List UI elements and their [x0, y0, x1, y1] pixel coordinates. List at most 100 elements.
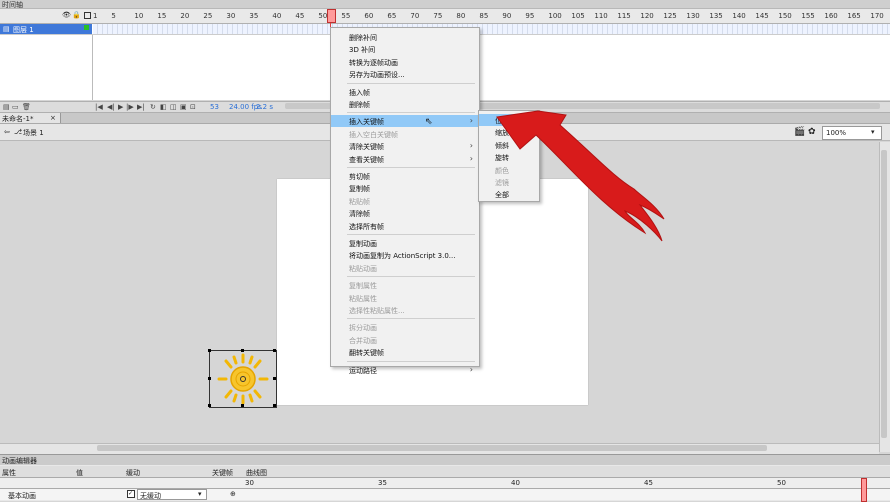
selected-symbol[interactable] — [208, 349, 277, 408]
ruler-label: 65 — [387, 12, 397, 20]
chevron-down-icon: ▾ — [198, 490, 202, 498]
menu-separator — [347, 167, 475, 168]
motion-playhead[interactable] — [861, 478, 867, 502]
menu-item: 粘贴帧 — [331, 195, 479, 207]
delete-layer-icon[interactable]: 🗑 — [22, 103, 31, 111]
menu-item[interactable]: 查看关键帧 › — [331, 153, 479, 165]
playhead[interactable] — [327, 9, 336, 23]
menu-item[interactable]: 插入关键帧 › ⇖ — [331, 115, 479, 128]
ruler-label: 55 — [341, 12, 351, 20]
menu-item-label: 粘贴动画 — [349, 264, 377, 273]
ease-checkbox[interactable]: ✓ — [127, 490, 135, 498]
onion-markers-icon[interactable]: ⊡ — [190, 103, 196, 111]
menu-separator — [347, 82, 475, 84]
menu-item[interactable]: 复制帧 — [331, 182, 479, 194]
play-icon[interactable]: ▶ — [118, 103, 123, 111]
chevron-right-icon: › — [469, 364, 473, 374]
edit-symbol-icon[interactable]: ✿ — [808, 127, 816, 137]
menu-item-label: 删除帧 — [349, 101, 370, 109]
menu-item-label: 选择性粘贴属性... — [349, 307, 405, 315]
motion-ruler-numbers: 30 35 40 45 50 — [0, 478, 890, 488]
col-property: 属性 — [2, 469, 16, 477]
prev-frame-icon[interactable]: ◀| — [107, 103, 115, 111]
motion-editor-row[interactable]: 基本动画 ✓ 无缓动 ▾ ⊕ — [0, 478, 890, 502]
ruler-label: 15 — [157, 12, 167, 20]
scene-name: 场景 1 — [23, 129, 44, 137]
menu-item[interactable]: 另存为动画预设... — [331, 68, 479, 80]
resize-handle[interactable] — [208, 349, 211, 352]
menu-item[interactable]: 删除补间 — [331, 31, 479, 43]
menu-separator — [347, 318, 475, 320]
menu-item[interactable]: 将动画复制为 ActionScript 3.0... — [331, 249, 479, 261]
menu-item-label: 复制动画 — [349, 240, 377, 248]
current-frame: 53 — [210, 103, 219, 111]
menu-item-label: 另存为动画预设... — [349, 71, 405, 80]
resize-handle[interactable] — [273, 377, 276, 380]
menu-item: 插入空白关键帧 — [331, 128, 479, 140]
menu-item[interactable]: 转换为逐帧动画 — [331, 56, 479, 68]
menu-item[interactable]: 剪切帧 — [331, 170, 479, 182]
menu-item[interactable]: 插入帧 — [331, 86, 479, 98]
edit-scene-icon[interactable]: 🎬 — [794, 127, 805, 137]
col-keyframe: 关键帧 — [212, 469, 233, 477]
ruler-label: 135 — [709, 12, 723, 20]
chevron-right-icon: › — [469, 141, 473, 151]
add-keyframe-icon[interactable]: ⊕ — [230, 490, 236, 498]
elapsed-time: 2.2 s — [256, 103, 274, 111]
resize-handle[interactable] — [241, 349, 244, 352]
menu-item[interactable]: 清除帧 — [331, 207, 479, 219]
new-folder-icon[interactable]: ▭ — [12, 103, 19, 111]
zoom-select[interactable]: 100% ▾ — [822, 126, 882, 140]
menu-item-label: 清除帧 — [349, 210, 370, 219]
layer-name[interactable]: 图层 1 — [13, 25, 34, 35]
edit-frames-icon[interactable]: ▣ — [180, 103, 187, 111]
onion-skin-icon[interactable]: ◧ — [160, 103, 167, 111]
onion-outline-icon[interactable]: ◫ — [170, 103, 177, 111]
last-frame-icon[interactable]: ▶| — [137, 103, 145, 111]
next-frame-icon[interactable]: |▶ — [126, 103, 134, 111]
ruler-label: 110 — [594, 12, 608, 20]
loop-icon[interactable]: ↻ — [150, 103, 156, 111]
ruler-label: 85 — [479, 12, 489, 20]
new-layer-icon[interactable]: ▤ — [3, 103, 10, 111]
frame-cells[interactable] — [93, 24, 890, 34]
ruler-label: 25 — [203, 12, 213, 20]
ease-select[interactable]: 无缓动 ▾ — [137, 489, 207, 500]
back-icon[interactable]: ⇦ — [4, 128, 10, 136]
resize-handle[interactable] — [273, 349, 276, 352]
resize-handle[interactable] — [208, 377, 211, 380]
menu-separator — [347, 276, 475, 278]
document-tab[interactable]: 未命名-1* × — [0, 113, 61, 123]
resize-handle[interactable] — [273, 404, 276, 407]
frames-area[interactable] — [93, 35, 890, 100]
menu-item[interactable]: 复制动画 — [331, 237, 479, 249]
close-icon[interactable]: × — [50, 114, 56, 122]
horizontal-scroll-thumb[interactable] — [97, 445, 767, 451]
layer-item[interactable]: ▤ 图层 1 — [0, 24, 92, 34]
menu-item-label: 查看关键帧 — [349, 155, 384, 164]
menu-separator — [347, 234, 475, 235]
menu-item[interactable]: 运动路径 › — [331, 364, 479, 376]
menu-item[interactable]: 清除关键帧 › — [331, 140, 479, 152]
zoom-value: 100% — [826, 129, 847, 137]
ruler-label: 170 — [870, 12, 884, 20]
menu-item-label: 剪切帧 — [349, 173, 370, 181]
menu-item-label: 插入空白关键帧 — [349, 130, 398, 139]
menu-item[interactable]: 3D 补间 — [331, 43, 479, 55]
resize-handle[interactable] — [241, 404, 244, 407]
col-ease: 缓动 — [126, 469, 140, 477]
resize-handle[interactable] — [208, 404, 211, 407]
motion-editor-columns: 属性 值 缓动 关键帧 曲线图 — [0, 466, 890, 478]
motion-ruler-label: 35 — [378, 479, 387, 487]
menu-item[interactable]: 删除帧 — [331, 98, 479, 110]
motion-ruler-label: 30 — [245, 479, 254, 487]
menu-item[interactable]: 翻转关键帧 — [331, 346, 479, 358]
ruler-label: 160 — [824, 12, 838, 20]
vertical-scroll-thumb[interactable] — [881, 150, 887, 438]
menu-item: 复制属性 — [331, 279, 479, 291]
col-graph: 曲线图 — [246, 469, 267, 477]
ruler-label: 35 — [249, 12, 259, 20]
chevron-right-icon: › — [469, 116, 473, 126]
menu-item[interactable]: 选择所有帧 — [331, 220, 479, 232]
first-frame-icon[interactable]: |◀ — [95, 103, 103, 111]
